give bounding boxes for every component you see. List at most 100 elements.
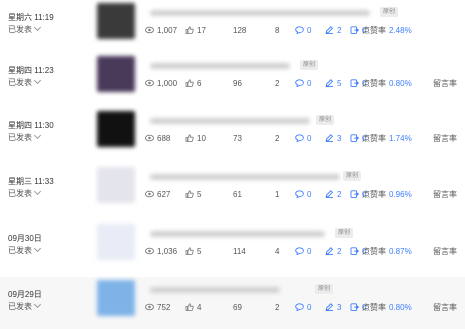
stat-views-value: 688 (157, 133, 171, 143)
article-row[interactable]: 09月29日 已发表 原创 752 4 69 2 0 3 0 点赞率 0.80% 留言率 (0, 277, 465, 329)
thumbs-up-icon (185, 190, 194, 198)
eye-icon (145, 303, 154, 311)
share-icon (350, 134, 359, 142)
stat-edits-value: 5 (337, 78, 342, 88)
article-row[interactable]: 星期六 11:19 已发表 原创 1,007 17 128 8 0 2 0 点赞率 2.48% (0, 0, 465, 56)
article-row[interactable]: 09月30日 已发表 原创 1,036 5 114 4 0 2 0 点赞率 0.87% 留言率 (0, 221, 465, 277)
stat-stat-4-value: 2 (275, 133, 280, 143)
stat-stat-3: 61 (233, 188, 242, 200)
publish-status-dropdown[interactable]: 已发表 (8, 300, 42, 312)
article-thumbnail[interactable] (97, 167, 135, 203)
article-stats: 1,000 6 96 2 0 5 0 点赞率 0.80% 留言率 (145, 77, 465, 89)
publish-status-label: 已发表 (8, 302, 32, 311)
stat-views: 752 (145, 301, 170, 313)
publish-status-dropdown[interactable]: 已发表 (8, 131, 42, 143)
thumbs-up-icon (185, 247, 194, 255)
article-thumbnail[interactable] (97, 56, 135, 92)
article-thumbnail[interactable] (97, 224, 135, 260)
like-ratio-value: 0.87% (389, 246, 412, 256)
comment-ratio-label: 留言率 (433, 189, 457, 199)
article-stats: 1,036 5 114 4 0 2 0 点赞率 0.87% 留言率 (145, 245, 465, 257)
publish-status-dropdown[interactable]: 已发表 (8, 187, 42, 199)
thumbs-up-icon (185, 26, 194, 34)
like-ratio: 点赞率 0.87% (362, 245, 412, 257)
publish-time: 星期四 11:30 (8, 121, 54, 130)
publish-status-dropdown[interactable]: 已发表 (8, 76, 42, 88)
thumbs-up-icon (185, 134, 194, 142)
article-thumbnail[interactable] (97, 3, 135, 39)
stat-views: 1,007 (145, 24, 177, 36)
original-badge: 原创 (343, 171, 362, 181)
stat-stat-3-value: 61 (233, 189, 242, 199)
share-icon (350, 190, 359, 198)
stat-views-value: 752 (157, 302, 171, 312)
stat-stat-4: 2 (275, 132, 279, 144)
publish-time: 09月30日 (8, 234, 42, 243)
original-badge: 原创 (316, 115, 335, 125)
stat-comments-value: 0 (307, 246, 312, 256)
stat-stat-3-value: 69 (233, 302, 242, 312)
stat-edits: 2 (325, 245, 341, 257)
comment-icon (295, 303, 304, 311)
like-ratio: 点赞率 2.48% (362, 24, 412, 36)
stat-edits: 5 (325, 77, 341, 89)
stat-stat-3: 114 (233, 245, 246, 257)
like-ratio-label: 点赞率 (362, 246, 386, 256)
publish-time: 星期四 11:23 (8, 66, 54, 75)
stat-stat-3-value: 128 (233, 25, 247, 35)
pen-icon (325, 303, 334, 311)
stat-likes: 6 (185, 77, 201, 89)
like-ratio-label: 点赞率 (362, 78, 386, 88)
stat-likes-value: 10 (197, 133, 206, 143)
pen-icon (325, 134, 334, 142)
stat-views: 1,000 (145, 77, 177, 89)
article-title-blurred[interactable] (150, 174, 340, 180)
publish-status-label: 已发表 (8, 78, 32, 87)
stat-stat-4-value: 8 (275, 25, 280, 35)
stat-likes: 10 (185, 132, 206, 144)
stat-stat-4: 1 (275, 188, 279, 200)
article-thumbnail[interactable] (97, 280, 135, 316)
publish-status-label: 已发表 (8, 133, 32, 142)
stat-edits-value: 2 (337, 25, 342, 35)
eye-icon (145, 190, 154, 198)
chevron-down-icon (33, 187, 42, 196)
article-row[interactable]: 星期四 11:23 已发表 原创 1,000 6 96 2 0 5 0 点赞率 0.80% 留言率 (0, 53, 465, 109)
stat-views: 1,036 (145, 245, 177, 257)
stat-stat-4: 2 (275, 301, 279, 313)
publish-time: 星期三 11:33 (8, 177, 54, 186)
eye-icon (145, 26, 154, 34)
stat-comments: 0 (295, 77, 311, 89)
article-title-blurred[interactable] (150, 10, 370, 16)
stat-comments: 0 (295, 245, 311, 257)
article-title-blurred[interactable] (150, 63, 290, 69)
article-title-blurred[interactable] (150, 231, 325, 237)
article-thumbnail[interactable] (97, 111, 135, 147)
comment-ratio-label: 留言率 (433, 246, 457, 256)
stat-edits-value: 2 (337, 246, 342, 256)
stat-comments: 0 (295, 132, 311, 144)
share-icon (350, 79, 359, 87)
stat-stat-4-value: 2 (275, 302, 280, 312)
eye-icon (145, 247, 154, 255)
publish-status-dropdown[interactable]: 已发表 (8, 23, 42, 35)
stat-comments-value: 0 (307, 25, 312, 35)
stat-stat-3-value: 114 (233, 246, 246, 256)
publish-status-dropdown[interactable]: 已发表 (8, 244, 42, 256)
article-list: 星期六 11:19 已发表 原创 1,007 17 128 8 0 2 0 点赞率 2.48% 星期四 … (0, 0, 465, 329)
article-row[interactable]: 星期四 11:30 已发表 原创 688 10 73 2 0 3 0 点赞率 1.74% 留言率 (0, 108, 465, 164)
stat-likes-value: 5 (197, 189, 202, 199)
stat-likes: 5 (185, 188, 201, 200)
original-badge: 原创 (380, 7, 399, 17)
article-title-blurred[interactable] (150, 287, 280, 293)
article-row[interactable]: 星期三 11:33 已发表 原创 627 5 61 1 0 2 0 点赞率 0.96% 留言率 (0, 164, 465, 220)
pen-icon (325, 190, 334, 198)
share-icon (350, 247, 359, 255)
like-ratio-value: 2.48% (389, 25, 412, 35)
stat-comments-value: 0 (307, 189, 312, 199)
stat-edits: 3 (325, 301, 341, 313)
comment-icon (295, 190, 304, 198)
stat-stat-3-value: 73 (233, 133, 242, 143)
article-title-blurred[interactable] (150, 118, 310, 124)
stat-stat-3: 96 (233, 77, 242, 89)
